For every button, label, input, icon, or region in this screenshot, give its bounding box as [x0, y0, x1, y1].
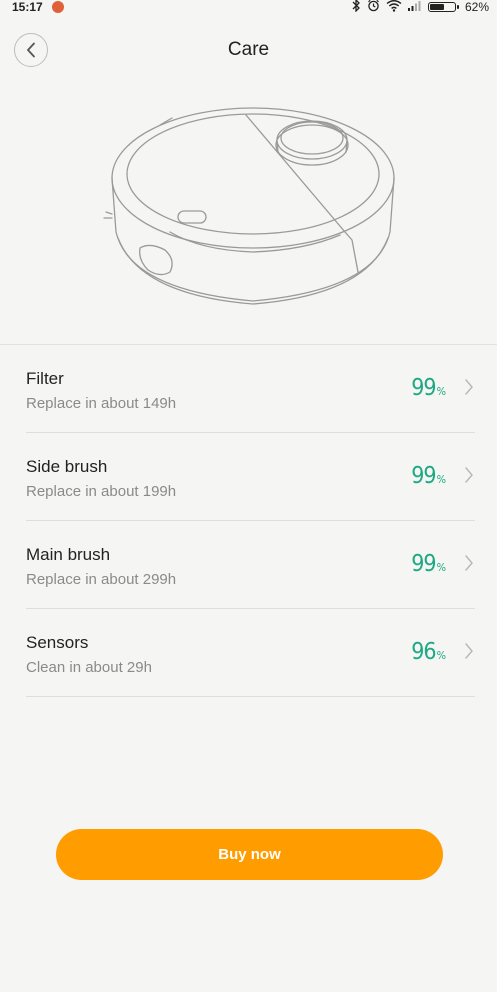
percent-value: 99: [411, 375, 436, 401]
percent-unit: %: [436, 385, 446, 398]
list-item-side-brush[interactable]: Side brush Replace in about 199h 99%: [26, 433, 475, 521]
bluetooth-icon: [351, 0, 361, 16]
percent-unit: %: [436, 649, 446, 662]
header: Care: [0, 30, 497, 74]
item-title: Main brush: [26, 545, 111, 564]
list-item-main-brush[interactable]: Main brush Replace in about 299h 99%: [26, 521, 475, 609]
percent-unit: %: [436, 473, 446, 486]
item-percent: 96%: [411, 639, 446, 665]
item-subtitle: Replace in about 149h: [26, 395, 177, 412]
percent-value: 99: [411, 551, 436, 577]
battery-percent: 62%: [464, 0, 489, 14]
signal-icon: [407, 0, 422, 15]
item-title: Sensors: [26, 633, 89, 652]
percent-value: 99: [411, 463, 436, 489]
status-time: 15:17: [12, 0, 43, 14]
item-title: Filter: [26, 369, 64, 388]
robot-vacuum-illustration: [0, 90, 497, 340]
list-item-sensors[interactable]: Sensors Clean in about 29h 96%: [26, 609, 475, 697]
battery-icon: [427, 2, 459, 12]
percent-value: 96: [411, 639, 436, 665]
chevron-right-icon: [465, 555, 473, 571]
item-percent: 99%: [411, 463, 446, 489]
buy-now-button[interactable]: Buy now: [56, 829, 443, 880]
care-list: Filter Replace in about 149h 99% Side br…: [0, 345, 497, 697]
percent-unit: %: [436, 561, 446, 574]
item-subtitle: Replace in about 299h: [26, 571, 177, 588]
chevron-right-icon: [465, 643, 473, 659]
wifi-icon: [386, 0, 402, 16]
item-title: Side brush: [26, 457, 108, 476]
robot-vacuum-image: [103, 107, 395, 305]
alarm-icon: [367, 0, 380, 16]
battery-level-fill: [429, 4, 445, 10]
item-subtitle: Clean in about 29h: [26, 659, 152, 676]
page-title: Care: [227, 39, 270, 60]
chevron-right-icon: [465, 379, 473, 395]
item-percent: 99%: [411, 551, 446, 577]
status-icons: 62%: [351, 0, 489, 14]
status-bar: 15:17 62%: [0, 0, 497, 16]
notification-icon: [52, 1, 64, 13]
chevron-right-icon: [465, 467, 473, 483]
list-item-filter[interactable]: Filter Replace in about 149h 99%: [26, 345, 475, 433]
item-percent: 99%: [411, 375, 446, 401]
item-subtitle: Replace in about 199h: [26, 483, 177, 500]
